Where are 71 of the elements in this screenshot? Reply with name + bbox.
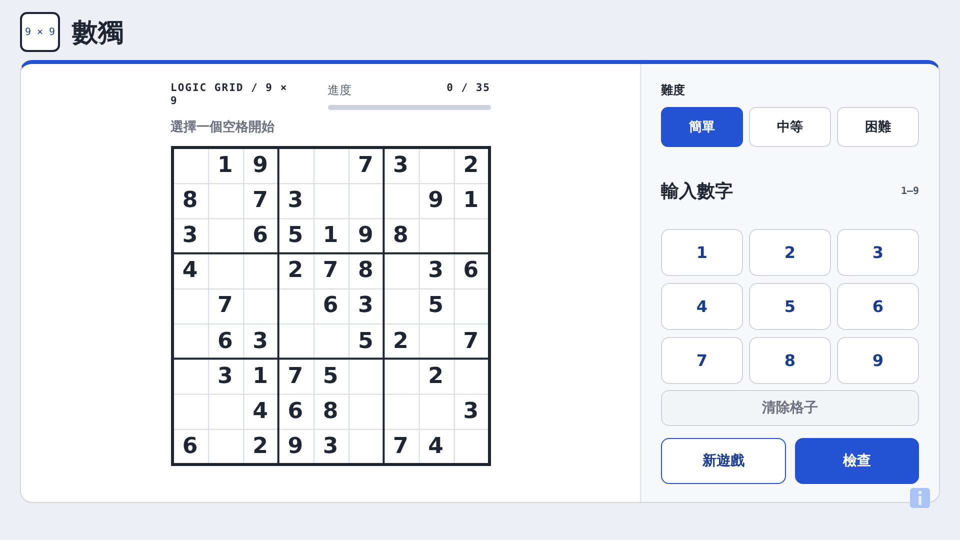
clear-button[interactable]: 清除格子 — [661, 390, 919, 426]
sudoku-cell[interactable]: 4 — [418, 428, 454, 464]
sudoku-cell[interactable]: 7 — [312, 253, 348, 288]
number-key[interactable]: 4 — [661, 283, 743, 330]
sudoku-cell[interactable]: 1 — [242, 358, 278, 394]
info-icon[interactable] — [910, 488, 930, 508]
sudoku-cell[interactable]: 3 — [418, 253, 454, 288]
input-title: 輸入數字 — [661, 180, 733, 203]
number-key[interactable]: 9 — [837, 337, 919, 384]
difficulty-button[interactable]: 中等 — [749, 107, 831, 147]
number-key[interactable]: 7 — [661, 337, 743, 384]
sudoku-cell[interactable]: 2 — [383, 324, 418, 359]
input-range: 1–9 — [900, 186, 919, 196]
app-title: 數獨 — [72, 16, 124, 50]
sudoku-cell[interactable]: 8 — [383, 218, 418, 254]
sudoku-cell[interactable]: 3 — [348, 288, 384, 324]
sudoku-cell[interactable]: 9 — [418, 183, 454, 218]
number-key[interactable]: 3 — [837, 229, 919, 276]
sudoku-cell[interactable]: 5 — [312, 358, 348, 394]
sudoku-cell[interactable]: 8 — [348, 253, 384, 288]
sudoku-cell[interactable]: 5 — [348, 324, 384, 359]
sudoku-cell[interactable]: 6 — [278, 394, 313, 429]
grid-caption: LOGIC GRID / 9 × 9 — [170, 82, 289, 109]
number-key[interactable]: 6 — [837, 283, 919, 330]
sudoku-cell[interactable]: 2 — [418, 358, 454, 394]
sudoku-cell[interactable]: 3 — [242, 324, 278, 359]
sudoku-cell[interactable]: 9 — [278, 428, 313, 464]
number-key[interactable]: 2 — [749, 229, 831, 276]
sudoku-cell[interactable]: 7 — [453, 324, 488, 359]
difficulty-button[interactable]: 簡單 — [661, 107, 743, 147]
sudoku-cell[interactable]: 1 — [312, 218, 348, 254]
number-key[interactable]: 8 — [749, 337, 831, 384]
sudoku-cell[interactable]: 6 — [453, 253, 488, 288]
sudoku-cell[interactable]: 7 — [278, 358, 313, 394]
sudoku-cell[interactable]: 2 — [453, 148, 488, 184]
sudoku-cell[interactable]: 6 — [172, 428, 208, 464]
check-button[interactable]: 檢查 — [794, 438, 919, 484]
sudoku-cell[interactable]: 8 — [172, 183, 208, 218]
progress-reading: 0 / 35 — [446, 82, 490, 96]
sudoku-cell[interactable]: 6 — [312, 288, 348, 324]
sudoku-cell[interactable]: 5 — [278, 218, 313, 254]
sudoku-cell[interactable]: 7 — [242, 183, 278, 218]
sudoku-cell[interactable]: 6 — [208, 324, 243, 359]
sudoku-cell[interactable]: 3 — [453, 394, 488, 429]
sudoku-cell[interactable]: 1 — [208, 148, 243, 184]
sudoku-cell[interactable]: 7 — [383, 428, 418, 464]
sudoku-cell[interactable]: 8 — [312, 394, 348, 429]
sudoku-cell[interactable]: 3 — [208, 358, 243, 394]
sudoku-cell[interactable]: 2 — [278, 253, 313, 288]
progress-label: 進度 — [328, 82, 352, 99]
sudoku-cell[interactable]: 9 — [348, 218, 384, 254]
difficulty-label: 難度 — [661, 82, 686, 99]
logo: 9 × 9 — [20, 12, 60, 52]
sudoku-cell[interactable]: 4 — [242, 394, 278, 429]
sudoku-cell[interactable]: 5 — [418, 288, 454, 324]
number-key[interactable]: 1 — [661, 229, 743, 276]
sudoku-cell[interactable]: 1 — [453, 183, 488, 218]
number-key[interactable]: 5 — [749, 283, 831, 330]
sudoku-cell[interactable]: 7 — [208, 288, 243, 324]
new-game-button[interactable]: 新遊戲 — [661, 438, 786, 484]
sudoku-cell[interactable]: 4 — [172, 253, 208, 288]
sudoku-cell[interactable]: 7 — [348, 148, 384, 184]
sudoku-cell[interactable]: 9 — [242, 148, 278, 184]
sudoku-cell[interactable]: 3 — [278, 183, 313, 218]
difficulty-button[interactable]: 困難 — [837, 107, 919, 147]
sudoku-cell[interactable]: 3 — [172, 218, 208, 254]
sudoku-cell[interactable]: 3 — [383, 148, 418, 184]
sudoku-cell[interactable]: 6 — [242, 218, 278, 254]
sudoku-cell[interactable]: 3 — [312, 428, 348, 464]
hint-text: 選擇一個空格開始 — [170, 118, 276, 136]
sudoku-cell[interactable]: 2 — [242, 428, 278, 464]
